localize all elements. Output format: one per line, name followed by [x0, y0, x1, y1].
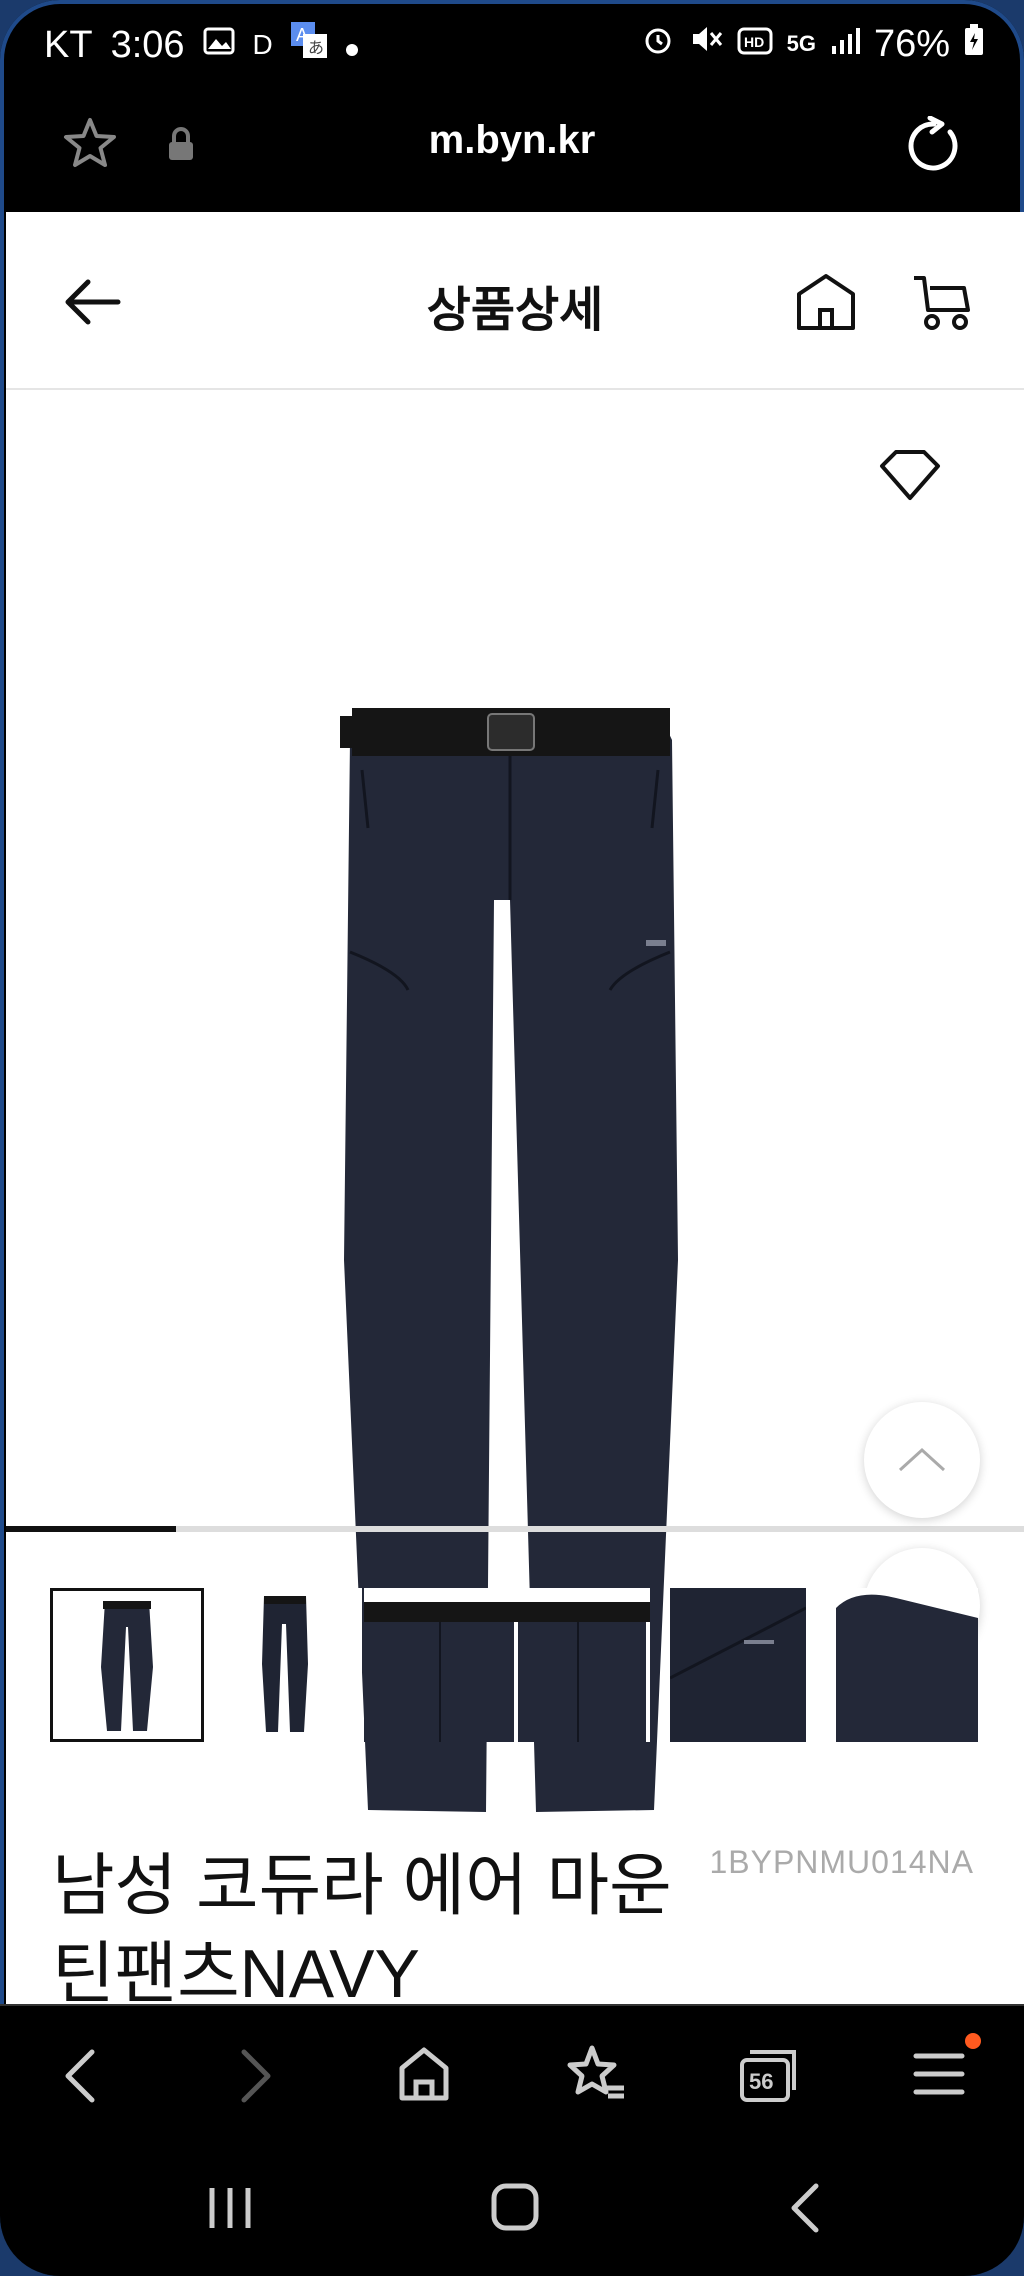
- battery-icon: [964, 23, 984, 66]
- carousel-progress: [6, 1526, 1024, 1532]
- thumbnail-3[interactable]: [364, 1588, 516, 1742]
- svg-text:HD: HD: [744, 34, 764, 50]
- browser-home-icon[interactable]: [394, 2044, 454, 2109]
- battery-label: 76%: [873, 22, 950, 65]
- hd-icon: HD: [737, 23, 773, 66]
- status-left: KT 3:06 D Aあ: [44, 22, 359, 68]
- browser-back-icon[interactable]: [56, 2046, 106, 2111]
- translate-icon: Aあ: [290, 22, 327, 68]
- browser-url-bar: m.byn.kr: [0, 96, 1024, 210]
- tabs-icon[interactable]: 56: [738, 2044, 800, 2111]
- home-icon[interactable]: [794, 270, 858, 339]
- thumbnail-1[interactable]: [50, 1588, 204, 1742]
- product-code: 1BYPNMU014NA: [709, 1844, 974, 1880]
- carrier-label: KT: [44, 23, 93, 66]
- system-back-icon[interactable]: [784, 2182, 824, 2239]
- alarm-icon: [641, 22, 675, 66]
- recent-apps-icon[interactable]: [206, 2184, 254, 2237]
- home-button-icon[interactable]: [490, 2182, 540, 2237]
- dot-icon: [345, 24, 359, 67]
- product-main-image[interactable]: [6, 390, 1024, 1812]
- chevron-up-icon: [898, 1447, 946, 1472]
- page-header: 상품상세: [6, 212, 1024, 390]
- url-text[interactable]: m.byn.kr: [0, 118, 1024, 163]
- network-label: 5G: [786, 31, 816, 56]
- status-right: HD 5G 76%: [641, 22, 984, 66]
- menu-icon[interactable]: [912, 2048, 966, 2107]
- status-bar: KT 3:06 D Aあ HD 5G 76%: [0, 0, 1024, 96]
- signal-icon: [830, 23, 860, 66]
- bookmarks-icon[interactable]: [564, 2042, 628, 2111]
- system-navigation-bar: [0, 2144, 1024, 2276]
- product-name: 남성 코듀라 에어 마운틴팬츠NAVY: [52, 1848, 672, 2004]
- carousel-progress-fill: [6, 1526, 176, 1532]
- cart-icon[interactable]: [910, 270, 974, 339]
- wishlist-heart-icon[interactable]: [878, 448, 942, 509]
- reload-icon[interactable]: [904, 115, 964, 181]
- tabs-count: 56: [749, 2069, 773, 2094]
- thumbnail-5[interactable]: [670, 1588, 806, 1742]
- browser-toolbar: 56: [0, 2004, 1024, 2146]
- thumbnail-6[interactable]: [836, 1588, 978, 1742]
- phone-screen: KT 3:06 D Aあ HD 5G 76% m.byn.kr 상품상세 남성 …: [0, 0, 1024, 2276]
- mute-icon: [689, 22, 723, 66]
- svg-text:あ: あ: [308, 39, 324, 57]
- scroll-up-button[interactable]: [864, 1402, 980, 1518]
- thumbnail-strip: [50, 1588, 1010, 1744]
- thumbnail-4[interactable]: [514, 1588, 650, 1742]
- thumbnail-2[interactable]: [208, 1588, 362, 1742]
- d-indicator: D: [252, 29, 273, 60]
- browser-forward-icon[interactable]: [230, 2046, 280, 2111]
- time-label: 3:06: [110, 23, 185, 66]
- gallery-icon: [203, 24, 235, 67]
- page-title: 상품상세: [426, 284, 604, 337]
- web-page: 상품상세 남성 코듀라 에어 마운틴팬츠NAVY 1BYPNMU014NA: [6, 212, 1024, 2004]
- notification-dot-icon: [964, 2032, 982, 2055]
